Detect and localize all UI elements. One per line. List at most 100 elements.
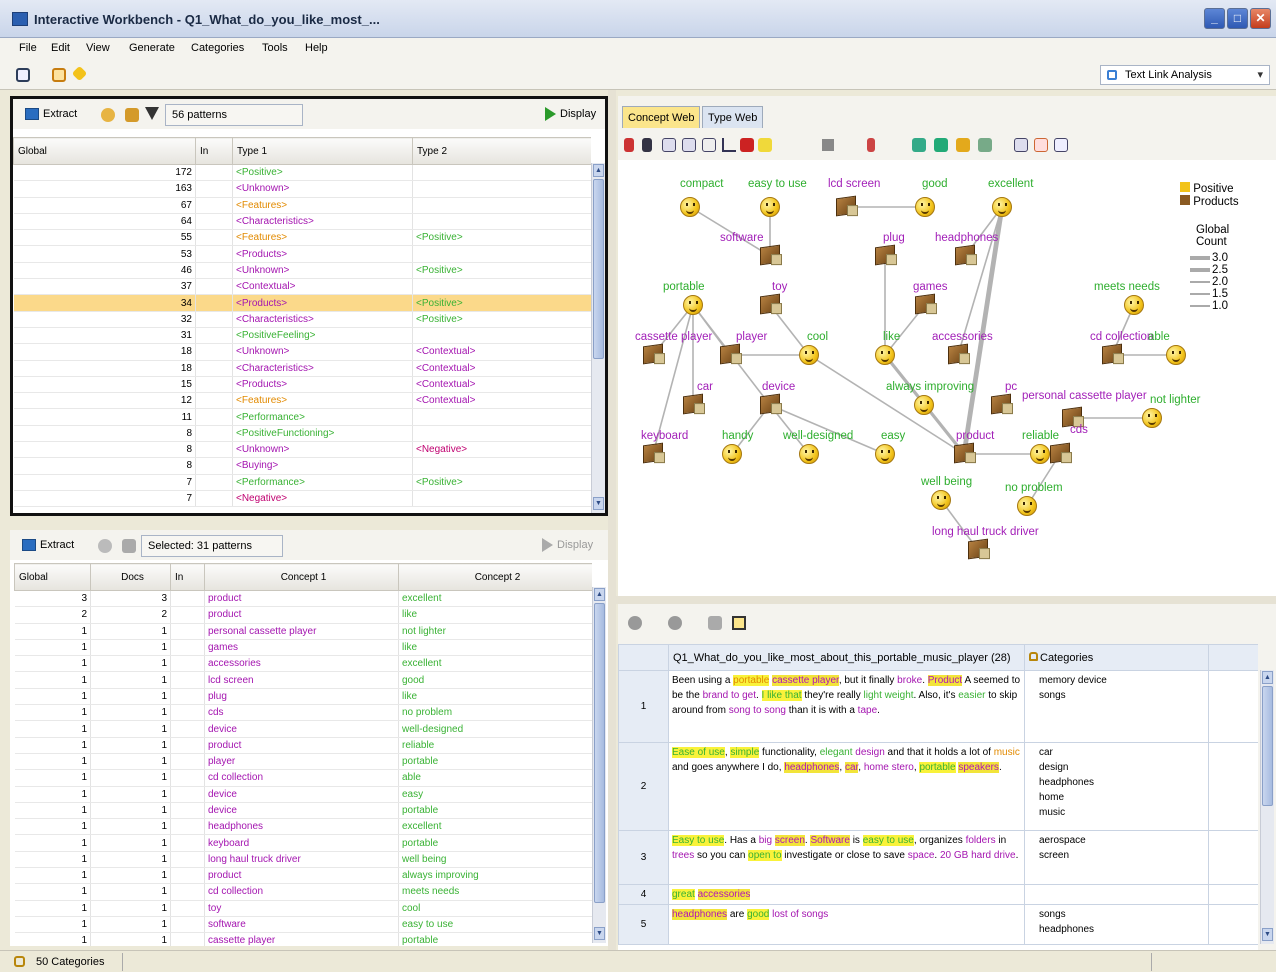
web-node-label[interactable]: games (913, 281, 948, 293)
vertical-splitter[interactable] (608, 90, 616, 950)
table-row[interactable]: 1 1 cassette player portable (14, 932, 592, 946)
table-row[interactable]: 12 <Features> <Contextual> (13, 392, 591, 410)
positive-smiley-icon[interactable] (914, 395, 934, 415)
rescan-icon[interactable] (16, 68, 30, 82)
table-row[interactable]: 1 1 device easy (14, 786, 592, 803)
add-link-icon[interactable] (867, 138, 875, 152)
table-row[interactable]: 1 1 cd collection able (14, 769, 592, 787)
web-node-label[interactable]: lcd screen (828, 178, 880, 190)
web-node-label[interactable]: keyboard (641, 430, 688, 442)
web-node-label[interactable]: well being (921, 476, 972, 488)
minimize-button[interactable]: _ (1204, 8, 1225, 29)
menu-view[interactable]: View (86, 42, 110, 54)
table-row[interactable]: 11 <Performance> (13, 408, 591, 426)
table-row[interactable]: 1 1 device well-designed (14, 720, 592, 738)
table-row[interactable]: 1 1 player portable (14, 753, 592, 771)
col-in[interactable]: In (195, 137, 233, 165)
concept-web-graph[interactable]: compact easy to use lcd screen good excellen… (618, 160, 1276, 596)
col-in[interactable]: In (170, 563, 205, 591)
table-row[interactable]: 31 <PositiveFeeling> (13, 327, 591, 345)
palette-icon[interactable] (956, 138, 970, 152)
scroll-up-icon[interactable]: ▲ (594, 588, 605, 601)
scroll-down-icon[interactable]: ▼ (1262, 928, 1273, 941)
table-row[interactable]: 32 <Characteristics> <Positive> (13, 311, 591, 328)
remove-icon[interactable] (668, 616, 682, 630)
table-row[interactable]: 46 <Unknown> <Positive> (13, 262, 591, 280)
product-box-icon[interactable] (643, 343, 663, 365)
web-node-label[interactable]: long haul truck driver (932, 526, 1039, 538)
product-box-icon[interactable] (643, 442, 663, 464)
tree-icon[interactable] (912, 138, 926, 152)
product-box-icon[interactable] (836, 195, 856, 217)
table-row[interactable]: 1 1 lcd screen good (14, 671, 592, 689)
product-box-icon[interactable] (991, 393, 1011, 415)
positive-smiley-icon[interactable] (799, 444, 819, 464)
doc-row[interactable]: 3 Easy to use. Has a big screen. Softwar… (618, 830, 1258, 885)
table-row[interactable]: 1 1 keyboard portable (14, 834, 592, 852)
col-type2[interactable]: Type 2 (412, 137, 591, 165)
web-node-label[interactable]: excellent (988, 178, 1033, 190)
web-node-label[interactable]: compact (680, 178, 723, 190)
brush-icon[interactable] (624, 138, 634, 152)
col-global[interactable]: Global (14, 563, 91, 591)
table-row[interactable]: 7 <Performance> <Positive> (13, 474, 591, 491)
gear-icon[interactable] (978, 138, 992, 152)
scroll-thumb[interactable] (594, 603, 605, 903)
web-node-label[interactable]: able (1148, 331, 1170, 343)
web-node-label[interactable]: product (956, 430, 994, 442)
connect-icon[interactable] (934, 138, 948, 152)
build-icon[interactable] (52, 68, 66, 82)
product-box-icon[interactable] (955, 244, 975, 266)
table-row[interactable]: 18 <Unknown> <Contextual> (13, 343, 591, 361)
web-node-label[interactable]: good (922, 178, 948, 190)
col-categories[interactable]: Categories (1024, 644, 1209, 671)
table-row[interactable]: 1 1 software easy to use (14, 916, 592, 934)
doc-row[interactable]: 1 Been using a portable cassette player,… (618, 670, 1258, 743)
display-button[interactable]: Display (545, 107, 596, 121)
scroll-up-icon[interactable]: ▲ (593, 164, 604, 177)
web-node-label[interactable]: personal cassette player (1022, 390, 1147, 402)
web-node-label[interactable]: well-designed (783, 430, 853, 442)
product-box-icon[interactable] (915, 293, 935, 315)
scroll-up-icon[interactable]: ▲ (1262, 671, 1273, 684)
extract-button[interactable]: Extract (25, 108, 77, 121)
maximize-button[interactable]: □ (1227, 8, 1248, 29)
positive-smiley-icon[interactable] (915, 197, 935, 217)
table-row[interactable]: 1 1 personal cassette player not lighter (14, 623, 592, 640)
table-row[interactable]: 1 1 product reliable (14, 737, 592, 754)
web-node-label[interactable]: player (736, 331, 767, 343)
product-box-icon[interactable] (760, 393, 780, 415)
docs-scrollbar[interactable]: ▲ ▼ (1260, 670, 1274, 944)
table-row[interactable]: 15 <Products> <Contextual> (13, 376, 591, 394)
tab-type-web[interactable]: Type Web (702, 106, 764, 128)
web-node-label[interactable]: no problem (1005, 482, 1063, 494)
menu-generate[interactable]: Generate (129, 42, 175, 54)
grid-icon[interactable] (682, 138, 696, 152)
concepts-scrollbar[interactable]: ▲ ▼ (592, 587, 606, 943)
table-row[interactable]: 1 1 accessories excellent (14, 655, 592, 673)
menu-help[interactable]: Help (305, 42, 328, 54)
filter-icon[interactable] (145, 107, 159, 120)
product-box-icon[interactable] (948, 343, 968, 365)
positive-smiley-icon[interactable] (1030, 444, 1050, 464)
product-box-icon[interactable] (720, 343, 740, 365)
binoculars-icon[interactable] (708, 616, 722, 630)
patterns-scrollbar[interactable]: ▲ ▼ (591, 163, 605, 513)
positive-smiley-icon[interactable] (1124, 295, 1144, 315)
table-row[interactable]: 8 <Unknown> <Negative> (13, 441, 591, 459)
web-node-label[interactable]: portable (663, 281, 705, 293)
scroll-down-icon[interactable]: ▼ (593, 497, 604, 510)
web-node-label[interactable]: device (762, 381, 795, 393)
web-node-label[interactable]: like (883, 331, 900, 343)
positive-smiley-icon[interactable] (1142, 408, 1162, 428)
web-node-label[interactable]: pc (1005, 381, 1017, 393)
web-node-label[interactable]: reliable (1022, 430, 1059, 442)
highlight-icon[interactable] (758, 138, 772, 152)
menu-tools[interactable]: Tools (262, 42, 288, 54)
list-icon[interactable] (1014, 138, 1028, 152)
table-row[interactable]: 1 1 cds no problem (14, 704, 592, 722)
positive-smiley-icon[interactable] (1017, 496, 1037, 516)
layout-icon[interactable] (662, 138, 676, 152)
positive-smiley-icon[interactable] (1166, 345, 1186, 365)
mode-dropdown[interactable]: Text Link Analysis ▾ (1100, 65, 1270, 85)
